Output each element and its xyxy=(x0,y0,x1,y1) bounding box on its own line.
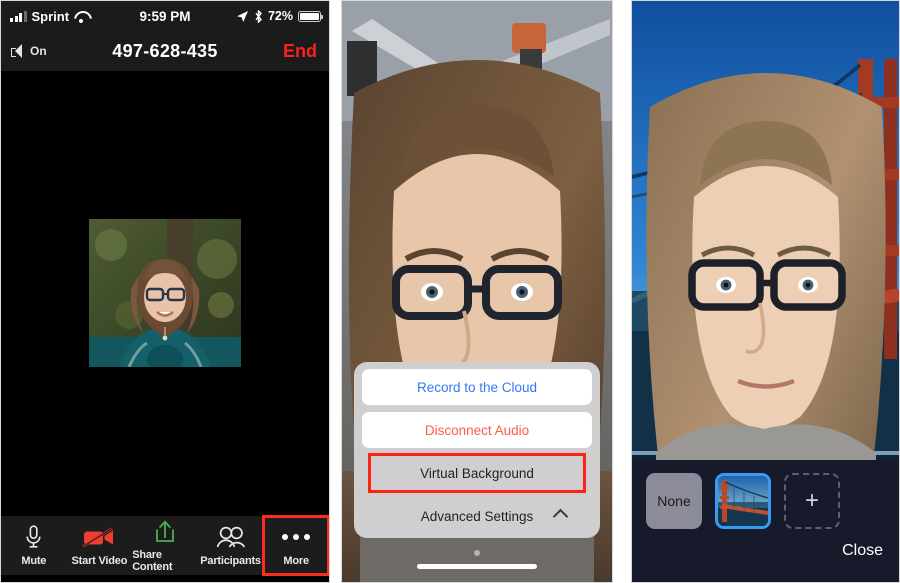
toolbar-item-mute[interactable]: Mute xyxy=(1,516,67,575)
background-tile-list: None + xyxy=(632,460,899,529)
participants-icon xyxy=(216,525,246,550)
more-action-sheet: Record to the Cloud Disconnect Audio Vir… xyxy=(354,362,600,538)
background-tile-none[interactable]: None xyxy=(646,473,702,529)
phone-panel-more-menu: Record to the Cloud Disconnect Audio Vir… xyxy=(341,0,613,583)
phone-panel-virtual-background: None + Close xyxy=(631,0,900,583)
self-video-thumbnail[interactable] xyxy=(89,219,241,367)
share-upload-icon xyxy=(154,519,176,544)
action-label-disconnect: Disconnect Audio xyxy=(424,422,530,438)
toolbar-item-share-content[interactable]: Share Content xyxy=(132,516,198,575)
toolbar-label-share-content: Share Content xyxy=(132,548,173,573)
background-tile-none-label: None xyxy=(657,493,691,509)
participant-portrait-image xyxy=(89,219,241,367)
status-bar-right: 72% xyxy=(236,9,324,23)
page-indicator-dot xyxy=(474,550,480,556)
action-label-advanced-settings: Advanced Settings xyxy=(420,508,534,524)
action-advanced-settings[interactable]: Advanced Settings xyxy=(362,498,592,534)
video-off-icon xyxy=(82,525,116,550)
microphone-icon xyxy=(25,524,42,550)
toolbar-label-start-video: Start Video xyxy=(71,554,128,567)
more-dots-icon xyxy=(282,525,311,550)
virtual-background-panel: None + Close xyxy=(632,460,899,582)
video-stage xyxy=(1,71,329,516)
phone-panel-meeting: Sprint 9:59 PM 72% On 497-628-435 End Mu… xyxy=(0,0,330,583)
action-record-to-cloud[interactable]: Record to the Cloud xyxy=(362,369,592,405)
action-disconnect-audio[interactable]: Disconnect Audio xyxy=(362,412,592,448)
meeting-toolbar: Mute Start Video Share Content Participa… xyxy=(1,515,329,576)
toolbar-item-start-video[interactable]: Start Video xyxy=(67,516,133,575)
battery-percent-label: 72% xyxy=(267,9,293,23)
battery-icon xyxy=(298,10,324,22)
background-tile-add[interactable]: + xyxy=(784,473,840,529)
location-arrow-icon xyxy=(236,10,248,22)
toolbar-label-mute: Mute xyxy=(21,554,47,567)
plus-icon: + xyxy=(804,487,819,514)
toolbar-item-participants[interactable]: Participants xyxy=(198,516,264,575)
meeting-id-label: 497-628-435 xyxy=(112,40,218,61)
close-button[interactable]: Close xyxy=(842,542,883,560)
golden-gate-thumbnail-icon xyxy=(718,476,768,526)
screenshot-stage: Sprint 9:59 PM 72% On 497-628-435 End Mu… xyxy=(0,0,900,583)
background-tile-golden-gate[interactable] xyxy=(715,473,771,529)
home-indicator[interactable] xyxy=(417,564,537,569)
call-header-bar: On 497-628-435 End xyxy=(1,31,329,71)
end-meeting-button[interactable]: End xyxy=(283,41,317,62)
action-label-record: Record to the Cloud xyxy=(416,379,538,395)
toolbar-label-participants: Participants xyxy=(200,554,261,567)
highlight-box-virtual-background xyxy=(368,453,586,493)
chevron-up-icon xyxy=(552,508,569,524)
toolbar-label-more: More xyxy=(283,554,309,567)
status-bar: Sprint 9:59 PM 72% xyxy=(1,1,329,31)
bluetooth-icon xyxy=(255,9,262,23)
action-virtual-background[interactable]: Virtual Background xyxy=(362,453,592,493)
toolbar-item-more[interactable]: More xyxy=(262,515,329,576)
